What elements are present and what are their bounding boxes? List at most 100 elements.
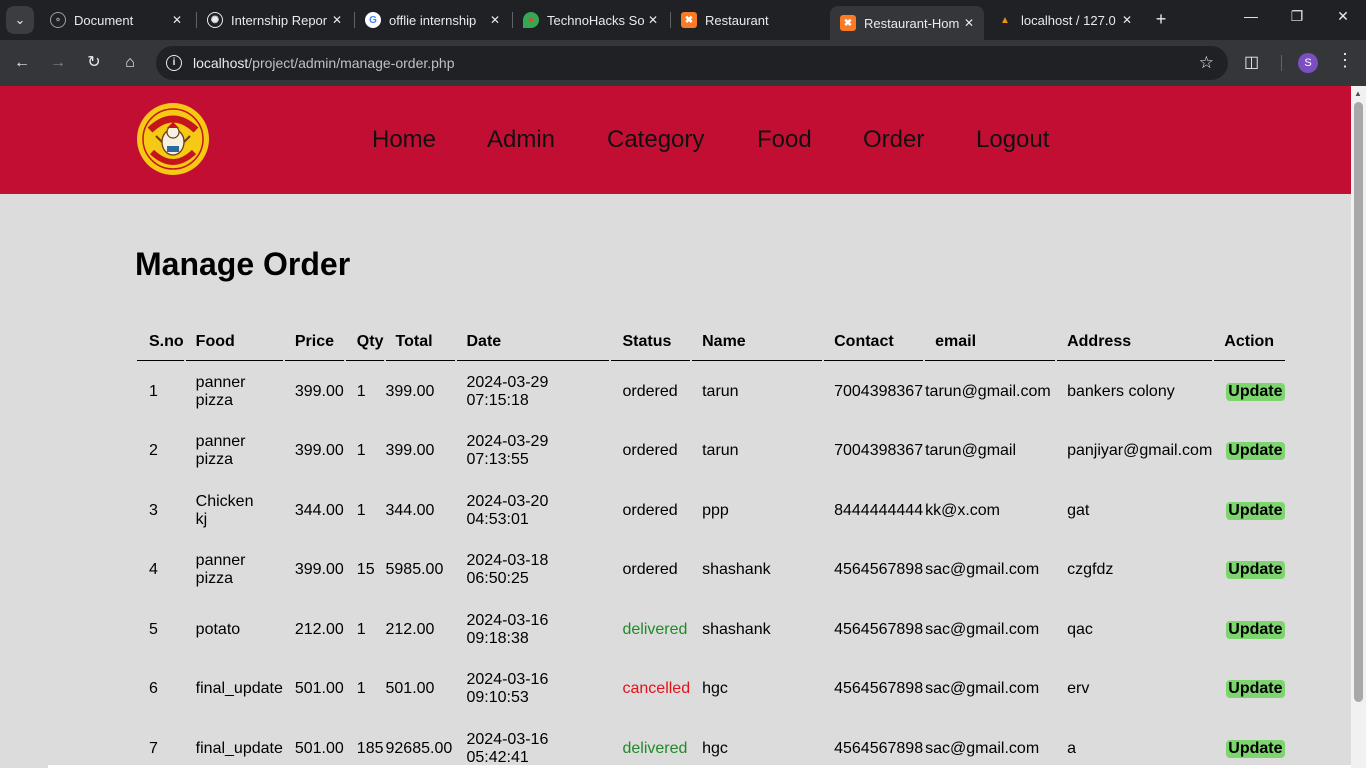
minimize-button[interactable]: — bbox=[1239, 8, 1263, 24]
close-icon[interactable]: ✕ bbox=[328, 13, 346, 27]
tab-document[interactable]: ∘ Document ✕ bbox=[40, 5, 192, 35]
table-row: 7 final_update 501.00 185 92685.00 2024-03-16… bbox=[137, 720, 1285, 768]
cell-action: Update bbox=[1214, 601, 1285, 659]
cell-date: 2024-03-20 04:53:01 bbox=[457, 482, 609, 540]
nav-category[interactable]: Category bbox=[607, 126, 704, 154]
cell-text: 399.00 bbox=[294, 442, 344, 460]
cell-text: 07:13:55 bbox=[466, 451, 529, 469]
tab-search-button[interactable]: ⌄ bbox=[6, 6, 34, 34]
cell-text: potato bbox=[195, 620, 241, 638]
home-button[interactable]: ⌂ bbox=[119, 52, 141, 74]
cell-qty: 1 bbox=[346, 423, 384, 481]
cell-text: 09:18:38 bbox=[466, 629, 529, 647]
los-pollos-hermanos-logo[interactable] bbox=[136, 102, 210, 176]
cell-text: 7004398367 bbox=[834, 382, 924, 400]
menu-kebab-icon[interactable]: ⋮ bbox=[1336, 50, 1354, 71]
forward-button[interactable]: → bbox=[47, 52, 69, 74]
cell-text: 4564567898 bbox=[834, 739, 924, 757]
cell-price: 399.00 bbox=[285, 423, 344, 481]
address-bar[interactable]: i localhost/project/admin/manage-order.p… bbox=[156, 46, 1228, 80]
site-info-icon[interactable]: i bbox=[166, 55, 182, 71]
update-button[interactable]: Update bbox=[1226, 739, 1285, 758]
reload-button[interactable]: ↻ bbox=[83, 52, 105, 74]
cell-text: sac@gmail.com bbox=[925, 680, 1040, 698]
close-window-button[interactable]: ✕ bbox=[1331, 8, 1355, 25]
cell-action: Update bbox=[1214, 542, 1285, 600]
cell-food: Chicken kj bbox=[186, 482, 283, 540]
page-viewport: Home Admin Category Food Order Logout Ma… bbox=[0, 86, 1351, 768]
cell-date: 2024-03-16 05:42:41 bbox=[457, 720, 609, 768]
cell-total: 399.00 bbox=[386, 363, 455, 421]
nav-home[interactable]: Home bbox=[372, 126, 436, 154]
cell-text: tarun@gmail.com bbox=[925, 382, 1051, 400]
cell-text: 4 bbox=[149, 561, 158, 579]
col-action: Action bbox=[1214, 323, 1285, 361]
cell-text: 2024-03-29 bbox=[466, 433, 549, 451]
cell-date: 2024-03-18 06:50:25 bbox=[457, 542, 609, 600]
update-button[interactable]: Update bbox=[1226, 501, 1285, 520]
tab-restaurant-home[interactable]: ✖ Restaurant-Hom ✕ bbox=[830, 6, 984, 40]
cell-text: delivered bbox=[622, 620, 688, 638]
cell-qty: 15 bbox=[346, 542, 384, 600]
profile-avatar[interactable]: S bbox=[1298, 53, 1318, 73]
cell-text: 15 bbox=[356, 561, 375, 579]
tab-restaurant[interactable]: ✖ Restaurant bbox=[671, 5, 826, 35]
cell-address: czgfdz bbox=[1057, 542, 1212, 600]
cell-total: 212.00 bbox=[386, 601, 455, 659]
restore-button[interactable]: ❐ bbox=[1285, 8, 1309, 25]
cell-text: czgfdz bbox=[1067, 561, 1114, 579]
cell-name: shashank bbox=[692, 601, 822, 659]
cell-email: tarun@gmail.com bbox=[925, 363, 1055, 421]
close-icon[interactable]: ✕ bbox=[960, 16, 978, 30]
cell-text: ordered bbox=[622, 442, 678, 460]
cell-text: 501.00 bbox=[385, 680, 435, 698]
nav-logout[interactable]: Logout bbox=[976, 126, 1049, 154]
update-button[interactable]: Update bbox=[1226, 561, 1285, 580]
cell-action: Update bbox=[1214, 363, 1285, 421]
vertical-scrollbar[interactable]: ▲ bbox=[1351, 86, 1366, 768]
close-icon[interactable]: ✕ bbox=[644, 13, 662, 27]
cell-sno: 4 bbox=[137, 542, 184, 600]
nav-food[interactable]: Food bbox=[757, 126, 812, 154]
cell-text: bankers colony bbox=[1067, 382, 1175, 400]
nav-admin[interactable]: Admin bbox=[487, 126, 555, 154]
tab-technohacks[interactable]: ● TechnoHacks So ✕ bbox=[513, 5, 668, 35]
table-row: 6 final_update 501.00 1 501.00 2024-03-16 09:1… bbox=[137, 661, 1285, 719]
cell-email: sac@gmail.com bbox=[925, 661, 1055, 719]
cell-food: panner pizza bbox=[186, 423, 283, 481]
tab-phpmyadmin[interactable]: ▲ localhost / 127.0 ✕ bbox=[987, 5, 1142, 35]
close-icon[interactable]: ✕ bbox=[486, 13, 504, 27]
tab-title: Internship Repor bbox=[231, 12, 328, 28]
cell-name: ppp bbox=[692, 482, 822, 540]
col-sno: S.no bbox=[137, 323, 184, 361]
cell-price: 212.00 bbox=[285, 601, 344, 659]
update-button[interactable]: Update bbox=[1226, 680, 1285, 699]
site-header: Home Admin Category Food Order Logout bbox=[0, 86, 1351, 194]
close-icon[interactable]: ✕ bbox=[1118, 13, 1136, 27]
tab-internship-report[interactable]: ✺ Internship Repor ✕ bbox=[197, 5, 352, 35]
bookmark-star-icon[interactable]: ☆ bbox=[1199, 53, 1214, 73]
cell-text: 2024-03-20 bbox=[466, 492, 549, 510]
cell-text: 1 bbox=[149, 382, 158, 400]
close-icon[interactable]: ✕ bbox=[168, 13, 186, 27]
cell-text: tarun bbox=[702, 382, 739, 400]
scroll-up-arrow-icon[interactable]: ▲ bbox=[1354, 89, 1362, 98]
back-button[interactable]: ← bbox=[11, 52, 33, 74]
cell-sno: 1 bbox=[137, 363, 184, 421]
url-text[interactable]: localhost/project/admin/manage-order.php bbox=[193, 55, 455, 71]
cell-contact: 7004398367 bbox=[824, 423, 923, 481]
xampp-icon: ✖ bbox=[840, 15, 856, 31]
cell-text: 2024-03-16 bbox=[466, 730, 549, 748]
extensions-icon[interactable]: ◫ bbox=[1244, 52, 1259, 72]
cell-text: 399.00 bbox=[385, 382, 435, 400]
scrollbar-thumb[interactable] bbox=[1354, 102, 1363, 702]
tab-offline-internship[interactable]: G offlie internship ✕ bbox=[355, 5, 510, 35]
update-button[interactable]: Update bbox=[1226, 620, 1285, 639]
cell-email: kk@x.com bbox=[925, 482, 1055, 540]
cell-text: 1 bbox=[356, 442, 366, 460]
update-button[interactable]: Update bbox=[1226, 442, 1285, 461]
new-tab-button[interactable]: + bbox=[1150, 8, 1172, 30]
update-button[interactable]: Update bbox=[1226, 382, 1285, 401]
cell-email: sac@gmail.com bbox=[925, 720, 1055, 768]
nav-order[interactable]: Order bbox=[863, 126, 924, 154]
